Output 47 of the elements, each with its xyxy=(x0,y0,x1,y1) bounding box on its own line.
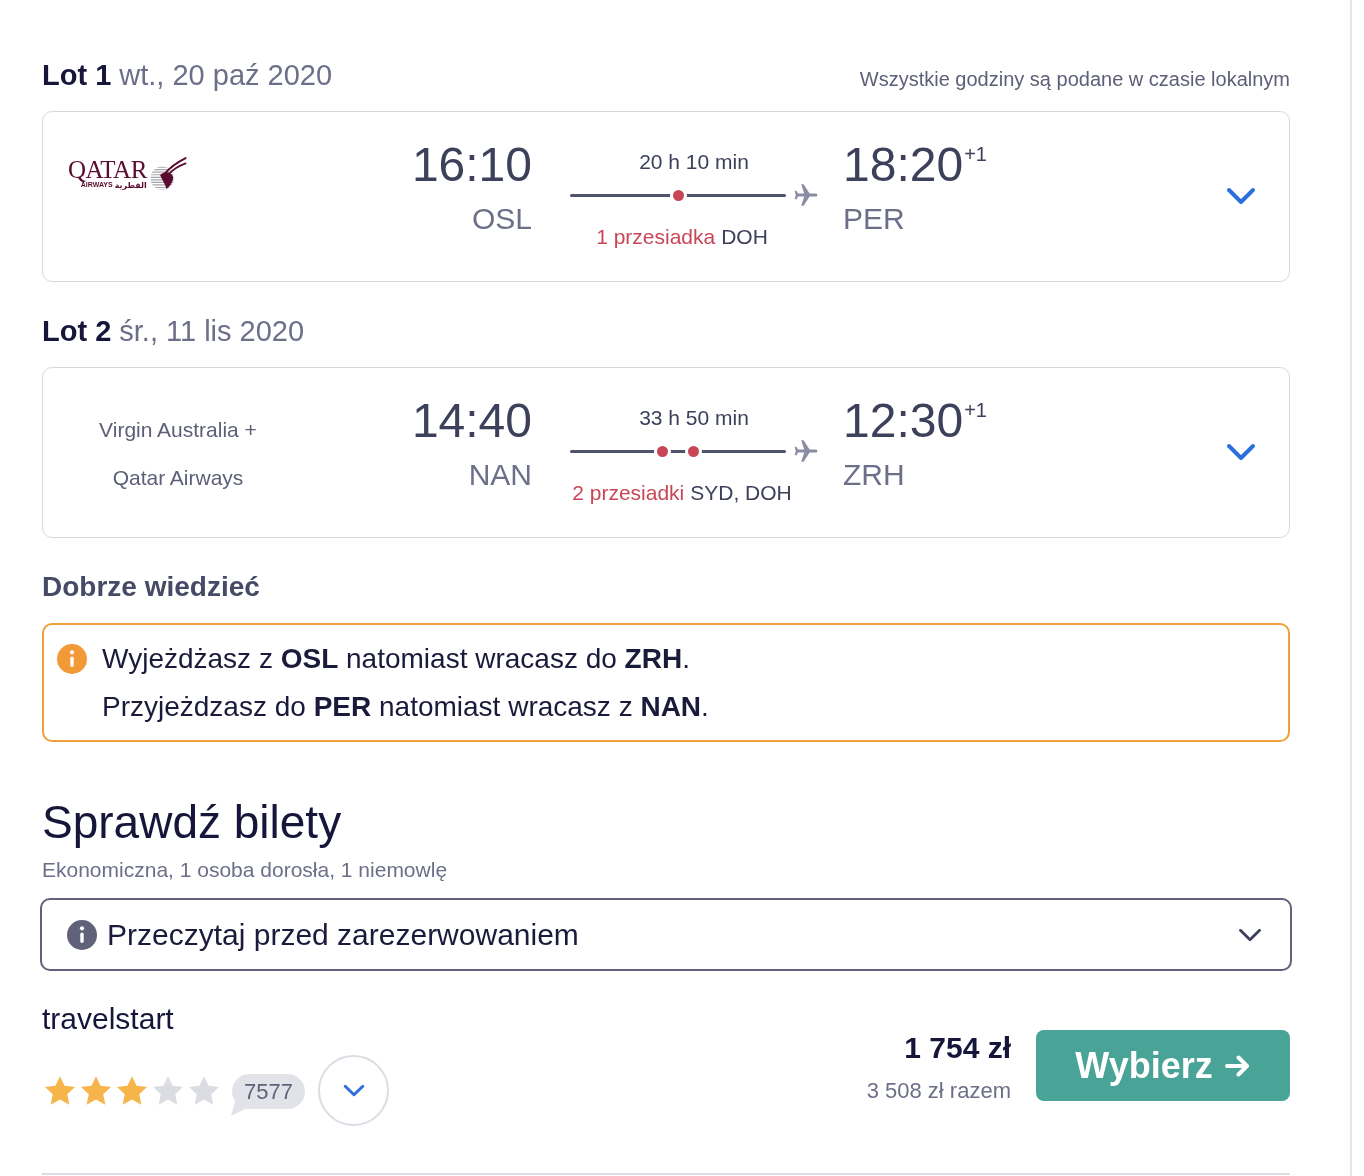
day-offset: +1 xyxy=(964,400,987,420)
arrival-airport: ZRH xyxy=(843,457,905,493)
tickets-heading: Sprawdź bilety xyxy=(42,795,342,849)
flight-label: Lot 2 xyxy=(42,314,112,349)
logo-arabic-subline: القطرية xyxy=(114,180,147,190)
departure-airport: NAN xyxy=(468,457,532,493)
departure-airport: OSL xyxy=(471,201,532,237)
star-icon xyxy=(81,1076,111,1105)
offer-price: 1 754 zł xyxy=(904,1030,1011,1066)
stop-airports: DOH xyxy=(721,224,768,250)
chevron-down-icon xyxy=(1238,927,1262,942)
stop-airports: SYD, DOH xyxy=(690,480,792,506)
star-icon xyxy=(45,1076,75,1105)
flight-duration: 20 h 10 min xyxy=(639,149,749,175)
notice-text: Przyjeżdzasz do PER natomiast wracasz z NAN. xyxy=(102,690,709,724)
good-to-know-heading: Dobrze wiedzieć xyxy=(42,570,260,604)
stops-count: 2 przesiadki xyxy=(572,480,685,506)
provider-name: travelstart xyxy=(42,1001,174,1037)
local-time-note: Wszystkie godziny są podane w czasie lokalnym xyxy=(859,67,1290,92)
info-icon xyxy=(67,919,97,950)
flight-duration: 33 h 50 min xyxy=(639,405,749,431)
arrival-time: 18:20 xyxy=(843,139,964,191)
notice-text: Wyjeżdżasz z OSL natomiast wracasz do ZRH. xyxy=(102,642,691,676)
expand-chevron-icon[interactable] xyxy=(1226,187,1256,205)
arrow-right-icon xyxy=(1224,1054,1251,1077)
logo-wordmark: QATAR xyxy=(68,158,147,180)
arrival-airport: PER xyxy=(843,201,905,237)
passenger-summary: Ekonomiczna, 1 osoba dorosła, 1 niemowlę xyxy=(42,857,448,883)
departure-time: 16:10 xyxy=(411,139,532,191)
arrival-time: 12:30 xyxy=(843,395,964,447)
airplane-icon xyxy=(794,184,818,206)
chevron-down-icon xyxy=(342,1084,365,1097)
info-icon xyxy=(57,644,87,674)
star-icon xyxy=(153,1076,183,1105)
departure-time: 14:40 xyxy=(411,395,532,447)
star-icon xyxy=(117,1076,147,1105)
airline-names: Virgin Australia + Qatar Airways xyxy=(98,417,258,491)
flight-label: Lot 1 xyxy=(42,58,112,93)
offer-total: 3 508 zł razem xyxy=(866,1077,1011,1105)
star-icon xyxy=(189,1076,219,1105)
flight-date: wt., 20 paź 2020 xyxy=(119,58,333,93)
airplane-icon xyxy=(794,440,818,462)
flight-date: śr., 11 lis 2020 xyxy=(119,314,305,349)
stops-count: 1 przesiadka xyxy=(596,224,716,250)
day-offset: +1 xyxy=(964,144,987,164)
booking-info-dropdown[interactable]: Przeczytaj przed zarezerwowaniem xyxy=(40,898,1292,971)
expand-chevron-icon[interactable] xyxy=(1226,443,1256,461)
